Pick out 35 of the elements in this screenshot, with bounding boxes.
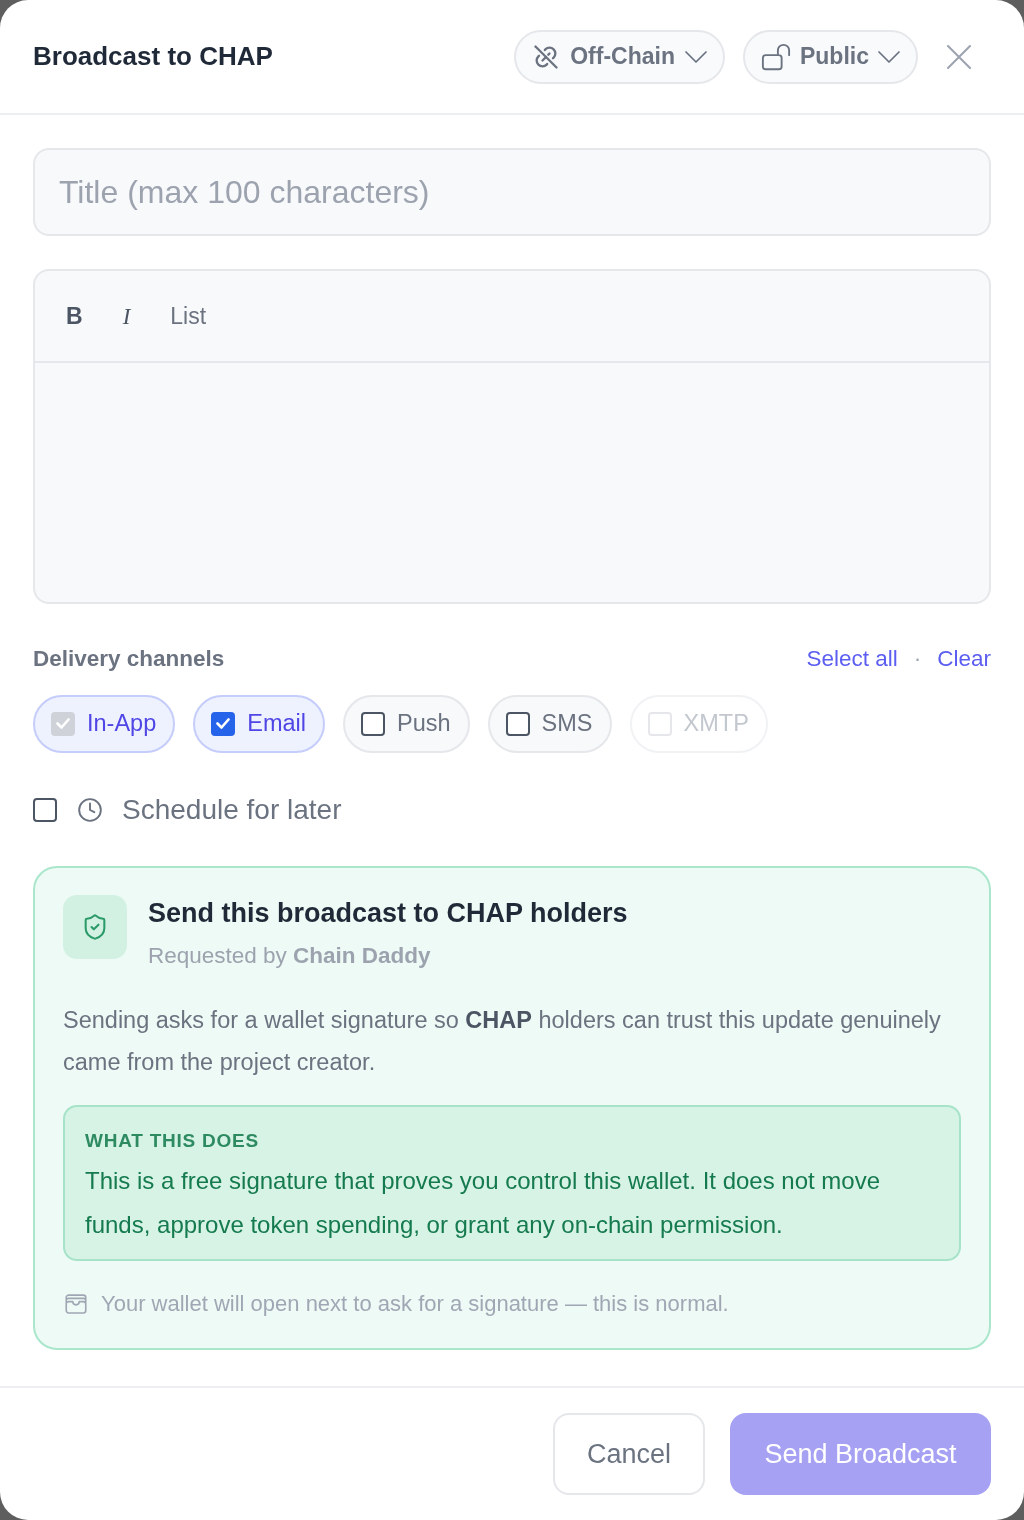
bold-button[interactable]: B xyxy=(66,304,83,328)
card-description: Sending asks for a wallet signature so CHAP holders can trust this update genuinely came from the project creator. xyxy=(63,1005,942,1077)
channel-chip[interactable]: SMS xyxy=(487,694,612,753)
cancel-button[interactable]: Cancel xyxy=(553,1413,705,1495)
checkbox[interactable] xyxy=(361,711,385,736)
checkbox[interactable] xyxy=(33,797,57,822)
chevron-down-icon xyxy=(685,50,707,63)
clock-icon xyxy=(77,796,103,823)
channel-chip[interactable]: Push xyxy=(343,694,470,753)
info-text: This is a free signature that proves you control this wallet. It does not move funds, approve token spending, or grant any on-chain permission. xyxy=(85,1166,882,1240)
card-title: Send this broadcast to CHAP holders xyxy=(148,896,628,930)
section-label: Delivery channels xyxy=(33,645,225,673)
checkbox[interactable] xyxy=(211,711,236,736)
shield-check-icon xyxy=(63,894,127,959)
select-all-link[interactable]: Select all xyxy=(806,642,898,676)
info-heading: WHAT THIS DOES xyxy=(85,1128,260,1153)
unlocked-padlock-icon xyxy=(761,41,791,72)
title-input-field[interactable]: Title (max 100 characters) xyxy=(33,148,991,236)
list-button[interactable]: List xyxy=(170,304,207,328)
separator-dot: · xyxy=(913,645,922,673)
close-icon xyxy=(947,44,971,69)
network-dropdown[interactable]: Off-Chain xyxy=(514,29,725,84)
visibility-dropdown[interactable]: Public xyxy=(743,29,918,84)
check-icon xyxy=(216,718,231,730)
chevron-down-icon xyxy=(878,50,900,63)
wallet-note: Your wallet will open next to ask for a signature — this is normal. xyxy=(101,1290,729,1318)
italic-button[interactable]: I xyxy=(122,304,131,328)
channel-chip[interactable]: Email xyxy=(193,694,325,753)
clear-link[interactable]: Clear xyxy=(937,642,991,676)
unlinked-chain-icon xyxy=(532,42,561,71)
checkbox[interactable] xyxy=(505,711,530,736)
requested-by-text: Requested by Chain Daddy xyxy=(148,941,432,970)
dialog-title: Broadcast to CHAP xyxy=(33,40,273,73)
schedule-label: Schedule for later xyxy=(122,792,342,827)
check-icon xyxy=(56,718,70,730)
